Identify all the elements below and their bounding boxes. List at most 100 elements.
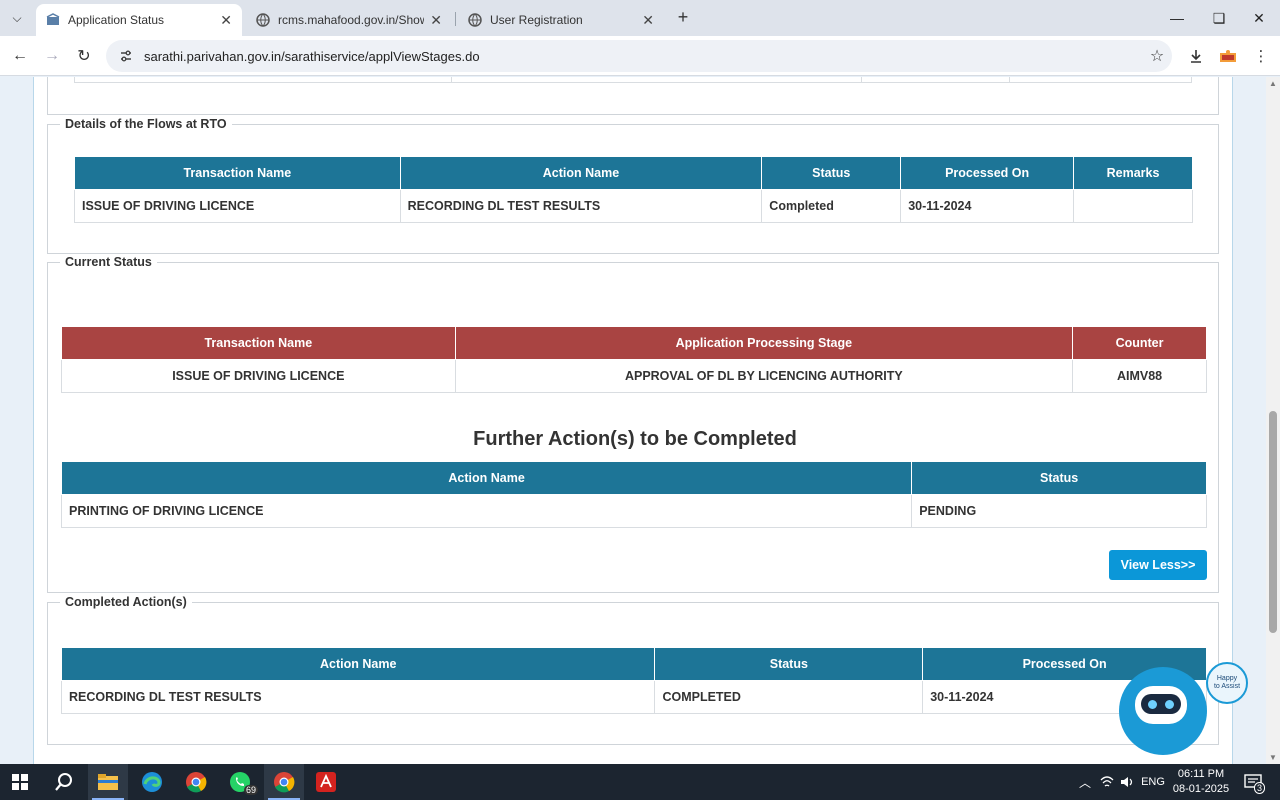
flows-table: Transaction Name Action Name Status Proc… bbox=[74, 156, 1193, 223]
completed-actions-legend: Completed Action(s) bbox=[60, 595, 192, 609]
tab-title: rcms.mahafood.gov.in/Show_Re bbox=[278, 13, 425, 27]
windows-start-icon[interactable] bbox=[0, 764, 40, 800]
url-text: sarathi.parivahan.gov.in/sarathiservice/… bbox=[144, 48, 480, 64]
tab-search-chevron-icon[interactable]: ⌵ bbox=[4, 6, 30, 30]
robot-visor bbox=[1141, 694, 1181, 714]
scroll-down-arrow-icon[interactable]: ▼ bbox=[1269, 753, 1277, 762]
file-explorer-icon[interactable] bbox=[88, 764, 128, 800]
notification-count: 3 bbox=[1253, 782, 1265, 794]
clock-date: 08-01-2025 bbox=[1172, 783, 1230, 795]
tab-bar: ⌵ Application Status ✕ rcms.mahafood.gov… bbox=[0, 0, 1280, 36]
forward-arrow-icon[interactable]: → bbox=[40, 44, 64, 68]
tab-close-icon[interactable]: ✕ bbox=[430, 12, 442, 29]
scroll-up-arrow-icon[interactable]: ▲ bbox=[1269, 79, 1277, 88]
acrobat-icon[interactable] bbox=[306, 764, 346, 800]
bubble-text-line2: to Assist bbox=[1213, 683, 1241, 690]
download-icon[interactable] bbox=[1183, 44, 1209, 68]
column-header: Application Processing Stage bbox=[454, 326, 1074, 360]
page-content: Details of the Flows at RTO Transaction … bbox=[33, 77, 1233, 764]
tab-close-icon[interactable]: ✕ bbox=[220, 12, 232, 29]
table-cell: AIMV88 bbox=[1072, 359, 1207, 393]
whatsapp-icon[interactable]: 69 bbox=[220, 764, 260, 800]
chrome-active-icon[interactable] bbox=[264, 764, 304, 800]
tray-chevron-up-icon[interactable]: ︿ bbox=[1076, 764, 1094, 800]
previous-table-row bbox=[74, 77, 1192, 83]
column-header: Counter bbox=[1072, 326, 1207, 360]
column-header: Processed On bbox=[900, 156, 1075, 190]
bookmark-star-icon[interactable]: ☆ bbox=[1142, 46, 1172, 66]
search-icon[interactable] bbox=[44, 764, 84, 800]
tab-separator bbox=[455, 12, 456, 26]
edge-browser-icon[interactable] bbox=[132, 764, 172, 800]
column-header: Status bbox=[654, 647, 924, 681]
column-header: Remarks bbox=[1073, 156, 1193, 190]
table-cell: Completed bbox=[761, 189, 902, 223]
table-cell: ISSUE OF DRIVING LICENCE bbox=[74, 189, 401, 223]
reload-icon[interactable]: ↻ bbox=[72, 44, 96, 68]
tab-rcms[interactable]: rcms.mahafood.gov.in/Show_Re ✕ bbox=[246, 4, 452, 36]
tab-title: Application Status bbox=[68, 13, 165, 27]
column-header: Transaction Name bbox=[61, 326, 456, 360]
clock-time: 06:11 PM bbox=[1177, 768, 1225, 780]
minimize-icon[interactable]: — bbox=[1162, 6, 1192, 30]
previous-section bbox=[47, 77, 1219, 115]
table-cell: 30-11-2024 bbox=[900, 189, 1075, 223]
chatbot-widget[interactable]: Happy to Assist bbox=[1117, 662, 1252, 757]
table-row: PRINTING OF DRIVING LICENCE PENDING bbox=[60, 494, 1207, 528]
page-viewport: Details of the Flows at RTO Transaction … bbox=[0, 77, 1266, 764]
notifications-icon[interactable]: 3 bbox=[1240, 764, 1268, 800]
table-cell: PENDING bbox=[911, 494, 1207, 528]
tab-user-registration[interactable]: User Registration ✕ bbox=[458, 4, 664, 36]
view-less-button[interactable]: View Less>> bbox=[1109, 550, 1207, 580]
clock[interactable]: 06:11 PM 08-01-2025 bbox=[1168, 767, 1234, 797]
windows-taskbar: 69 ︿ ENG 06:11 PM 08-01-2025 3 bbox=[0, 764, 1280, 800]
sarathi-favicon-icon bbox=[46, 13, 60, 27]
table-row: ISSUE OF DRIVING LICENCE RECORDING DL TE… bbox=[74, 189, 1193, 223]
menu-dots-icon[interactable]: ⋮ bbox=[1248, 44, 1274, 68]
table-cell: RECORDING DL TEST RESULTS bbox=[399, 189, 763, 223]
further-actions-table: Action Name Status PRINTING OF DRIVING L… bbox=[60, 461, 1207, 528]
table-header-row: Action Name Status Processed On bbox=[60, 647, 1207, 681]
table-cell bbox=[1073, 189, 1193, 223]
language-indicator[interactable]: ENG bbox=[1140, 764, 1166, 800]
column-header: Action Name bbox=[60, 647, 656, 681]
table-cell: PRINTING OF DRIVING LICENCE bbox=[60, 494, 913, 528]
robot-eye-icon bbox=[1148, 700, 1157, 709]
wifi-icon[interactable] bbox=[1098, 764, 1116, 800]
tab-application-status[interactable]: Application Status ✕ bbox=[36, 4, 242, 36]
volume-icon[interactable] bbox=[1118, 764, 1136, 800]
browser-toolbar: ← → ↻ sarathi.parivahan.gov.in/sarathise… bbox=[0, 36, 1280, 76]
column-header: Transaction Name bbox=[74, 156, 401, 190]
column-header: Action Name bbox=[399, 156, 763, 190]
new-tab-plus-icon[interactable]: + bbox=[672, 6, 694, 28]
current-status-table: Transaction Name Application Processing … bbox=[61, 326, 1207, 393]
address-bar[interactable]: sarathi.parivahan.gov.in/sarathiservice/… bbox=[106, 40, 1172, 72]
column-header: Action Name bbox=[60, 461, 913, 495]
window-close-icon[interactable]: ✕ bbox=[1244, 6, 1274, 30]
column-header: Status bbox=[911, 461, 1207, 495]
tab-close-icon[interactable]: ✕ bbox=[642, 12, 654, 29]
tab-title: User Registration bbox=[490, 13, 583, 27]
back-arrow-icon[interactable]: ← bbox=[8, 44, 32, 68]
current-status-fieldset: Current Status Transaction Name Applicat… bbox=[47, 255, 1219, 593]
site-info-icon[interactable] bbox=[112, 49, 140, 63]
current-status-legend: Current Status bbox=[60, 255, 157, 269]
table-cell: ISSUE OF DRIVING LICENCE bbox=[61, 359, 456, 393]
column-header: Status bbox=[761, 156, 902, 190]
extension-icon[interactable] bbox=[1215, 44, 1241, 68]
table-header-row: Transaction Name Action Name Status Proc… bbox=[74, 156, 1193, 190]
globe-icon bbox=[468, 13, 482, 27]
bubble-text-line1: Happy bbox=[1216, 675, 1238, 682]
robot-eye-icon bbox=[1165, 700, 1174, 709]
flows-legend: Details of the Flows at RTO bbox=[60, 117, 232, 131]
table-cell: APPROVAL OF DL BY LICENCING AUTHORITY bbox=[454, 359, 1074, 393]
flows-fieldset: Details of the Flows at RTO Transaction … bbox=[47, 117, 1219, 254]
table-row: ISSUE OF DRIVING LICENCE APPROVAL OF DL … bbox=[61, 359, 1207, 393]
maximize-icon[interactable]: ❏ bbox=[1204, 6, 1234, 30]
table-header-row: Transaction Name Application Processing … bbox=[61, 326, 1207, 360]
chrome-icon[interactable] bbox=[176, 764, 216, 800]
completed-actions-fieldset: Completed Action(s) Action Name Status P… bbox=[47, 595, 1219, 745]
happy-to-assist-bubble[interactable]: Happy to Assist bbox=[1206, 662, 1248, 704]
vertical-scrollbar[interactable]: ▲ ▼ bbox=[1266, 77, 1280, 764]
scroll-thumb[interactable] bbox=[1269, 411, 1277, 633]
